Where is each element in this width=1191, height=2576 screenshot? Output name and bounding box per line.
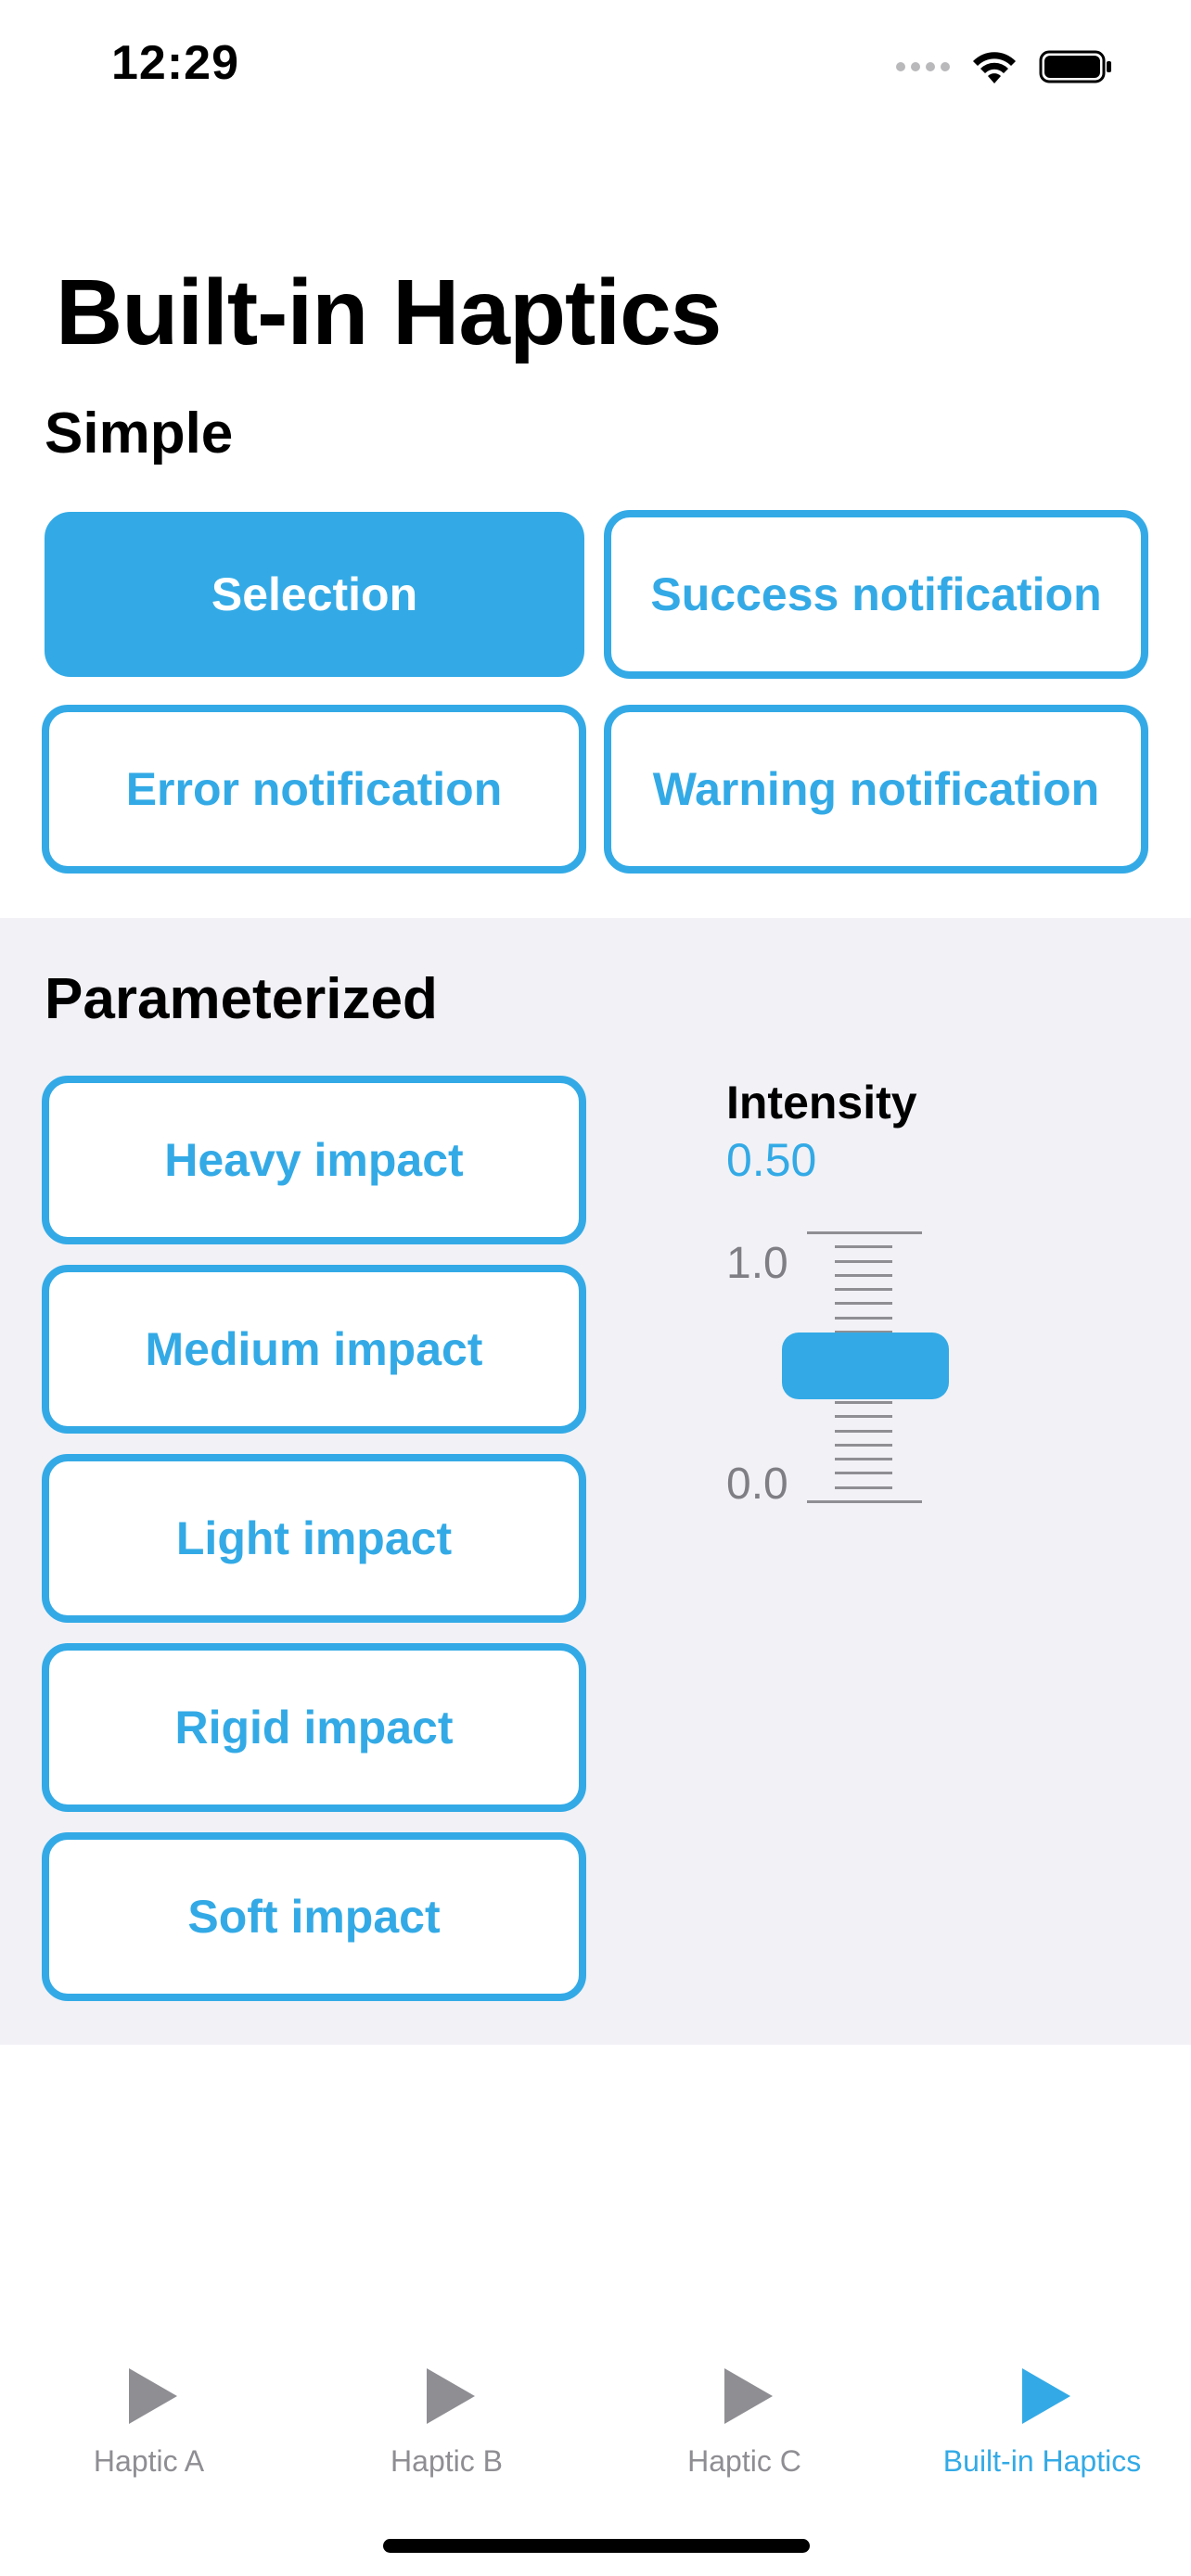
rigid-impact-button[interactable]: Rigid impact — [42, 1643, 586, 1812]
slider-tick — [835, 1316, 892, 1320]
slider-tick — [835, 1429, 892, 1433]
tab-label: Haptic B — [391, 2444, 503, 2478]
cellular-signal-icon — [896, 62, 950, 71]
intensity-label: Intensity — [726, 1077, 917, 1129]
slider-tick — [835, 1288, 892, 1292]
tab-bar: Haptic A Haptic B Haptic C Built-in Hapt… — [0, 2337, 1191, 2485]
slider-bottom-line — [807, 1500, 922, 1503]
selection-button[interactable]: Selection — [45, 512, 584, 677]
play-icon — [1021, 2368, 1070, 2424]
intensity-min-label: 0.0 — [726, 1460, 788, 1509]
play-icon — [426, 2368, 475, 2424]
warning-notification-button[interactable]: Warning notification — [604, 705, 1148, 874]
tab-haptic-b[interactable]: Haptic B — [298, 2337, 596, 2485]
play-icon — [724, 2368, 773, 2424]
status-bar: 12:29 — [0, 0, 1191, 130]
intensity-max-label: 1.0 — [726, 1239, 788, 1288]
intensity-slider[interactable] — [782, 1231, 955, 1504]
slider-tick — [835, 1273, 892, 1277]
tab-label: Built-in Haptics — [942, 2444, 1142, 2478]
slider-thumb[interactable] — [782, 1333, 949, 1399]
slider-tick — [835, 1302, 892, 1306]
tab-haptic-c[interactable]: Haptic C — [596, 2337, 893, 2485]
play-icon — [128, 2368, 177, 2424]
slider-tick — [835, 1415, 892, 1419]
soft-impact-button[interactable]: Soft impact — [42, 1832, 586, 2001]
battery-icon — [1039, 50, 1111, 83]
medium-impact-button[interactable]: Medium impact — [42, 1265, 586, 1434]
status-icons — [896, 48, 1113, 85]
status-time: 12:29 — [111, 36, 239, 90]
home-indicator — [383, 2539, 810, 2553]
page-title: Built-in Haptics — [56, 261, 722, 364]
tab-label: Haptic C — [687, 2444, 801, 2478]
slider-tick — [835, 1472, 892, 1475]
tab-haptic-a[interactable]: Haptic A — [0, 2337, 298, 2485]
slider-tick — [835, 1458, 892, 1461]
success-notification-button[interactable]: Success notification — [604, 510, 1148, 679]
parameterized-section-title: Parameterized — [45, 967, 438, 1031]
intensity-value: 0.50 — [726, 1134, 817, 1186]
tab-label: Haptic A — [93, 2444, 205, 2478]
slider-tick — [835, 1486, 892, 1489]
simple-section-title: Simple — [45, 402, 234, 465]
wifi-icon — [973, 52, 1016, 83]
tab-built-in-haptics[interactable]: Built-in Haptics — [893, 2337, 1191, 2485]
slider-tick — [835, 1259, 892, 1263]
light-impact-button[interactable]: Light impact — [42, 1454, 586, 1623]
error-notification-button[interactable]: Error notification — [42, 705, 586, 874]
slider-top-line — [807, 1231, 922, 1234]
heavy-impact-button[interactable]: Heavy impact — [42, 1076, 586, 1244]
slider-tick — [835, 1401, 892, 1405]
slider-tick — [835, 1245, 892, 1249]
slider-tick — [835, 1443, 892, 1447]
